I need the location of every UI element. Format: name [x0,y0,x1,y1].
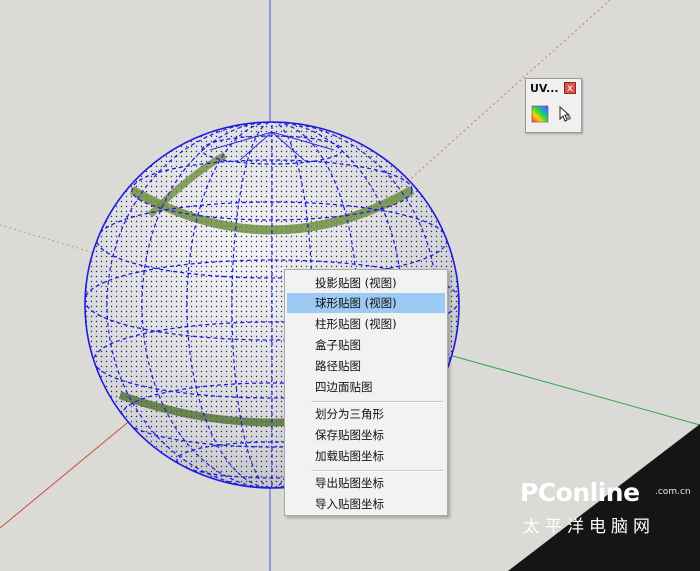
watermark-domain: .com.cn [655,487,691,497]
watermark-chinese-name: 太平洋电脑网 [523,517,655,537]
menu-item-quad-face-map[interactable]: 四边面贴图 [287,377,445,397]
uv-context-menu[interactable]: 投影贴图 (视图) 球形贴图 (视图) 柱形贴图 (视图) 盒子贴图 路径贴图 … [284,269,448,516]
menu-separator [311,401,443,403]
menu-item-load-uv[interactable]: 加载贴图坐标 [287,446,445,466]
menu-item-triangulate[interactable]: 划分为三角形 [287,404,445,424]
menu-item-spherical-map[interactable]: 球形贴图 (视图) [287,293,445,313]
menu-item-projection-map[interactable]: 投影贴图 (视图) [287,273,445,293]
cursor-pin-icon [559,105,571,122]
uv-select-tool-button[interactable] [556,105,574,123]
menu-item-export-uv[interactable]: 导出贴图坐标 [287,473,445,493]
uv-toolbar-title: UV... [530,82,559,95]
watermark-brand: PConline [520,478,640,507]
menu-item-cylindrical-map[interactable]: 柱形贴图 (视图) [287,314,445,334]
menu-separator [311,470,443,472]
uv-toolbar[interactable]: UV... x [525,78,582,133]
rainbow-gradient-icon [531,105,549,123]
menu-item-box-map[interactable]: 盒子贴图 [287,335,445,355]
menu-item-path-map[interactable]: 路径贴图 [287,356,445,376]
uv-toolbar-close-button[interactable]: x [564,82,576,94]
uv-mapping-tool-button[interactable] [531,105,549,123]
menu-item-save-uv[interactable]: 保存贴图坐标 [287,425,445,445]
menu-item-import-uv[interactable]: 导入贴图坐标 [287,494,445,514]
